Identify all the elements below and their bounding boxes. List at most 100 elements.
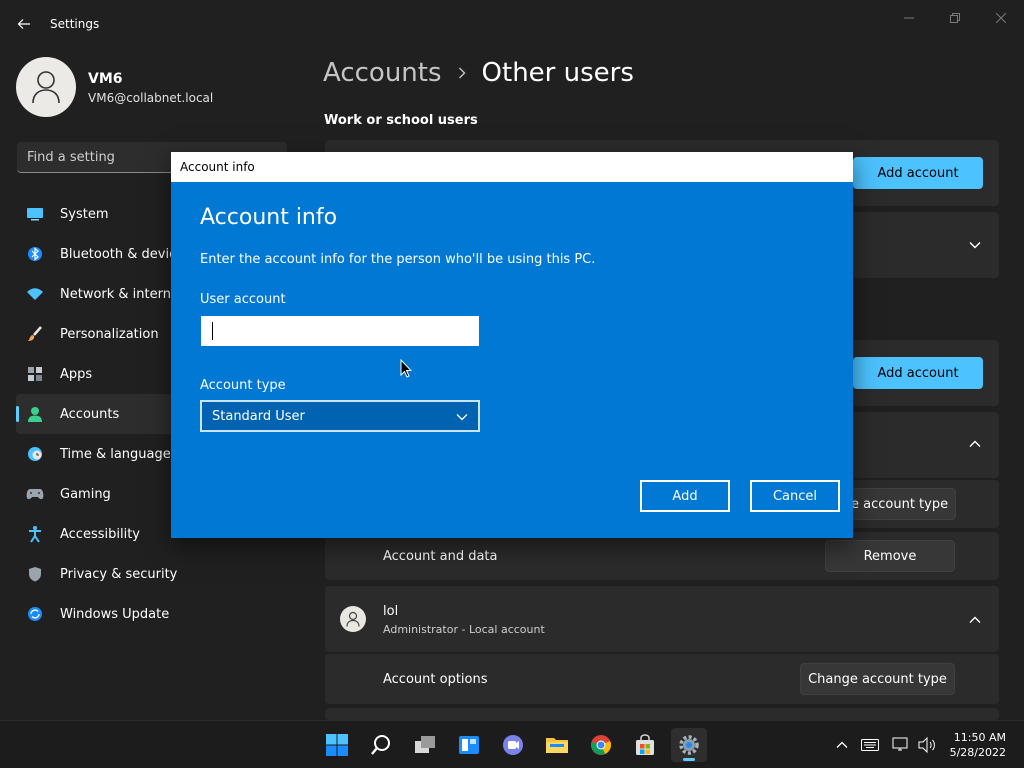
sidebar-item-label: Gaming <box>60 486 111 502</box>
chrome-button[interactable] <box>583 728 619 762</box>
taskbar-clock[interactable]: 11:50 AM 5/28/2022 <box>950 730 1006 760</box>
apps-icon <box>26 365 44 383</box>
sidebar-item-label: Time & language <box>60 446 171 462</box>
dialog-title-bar: Account info <box>171 152 853 182</box>
clock-globe-icon <box>26 445 44 463</box>
task-view-icon <box>415 736 435 753</box>
breadcrumb-parent[interactable]: Accounts <box>323 58 442 88</box>
mouse-cursor-icon <box>400 358 413 382</box>
widgets-icon <box>459 736 479 754</box>
network-icon <box>892 737 908 751</box>
chevron-down-icon[interactable] <box>967 237 983 253</box>
sidebar-item-label: Apps <box>60 366 93 382</box>
widgets-button[interactable] <box>451 728 487 762</box>
dialog-window-title: Account info <box>180 160 255 174</box>
user-account-label: User account <box>200 292 286 307</box>
person-icon <box>346 611 360 627</box>
network-tray-button[interactable] <box>891 735 911 755</box>
remove-button[interactable]: Remove <box>825 540 955 572</box>
section-title: Work or school users <box>324 113 478 128</box>
chevron-up-icon <box>836 741 848 748</box>
account-type-select[interactable]: Standard User <box>200 400 480 432</box>
account-options-label: Account options <box>383 672 488 687</box>
add-button[interactable]: Add <box>640 480 730 512</box>
chrome-icon <box>591 735 611 755</box>
clock-time: 11:50 AM <box>953 731 1006 744</box>
close-icon <box>996 13 1006 23</box>
change-account-type-button[interactable]: Change account type <box>800 663 955 695</box>
teams-chat-button[interactable] <box>495 728 531 762</box>
minimize-button[interactable] <box>886 6 932 30</box>
sidebar-item-windows-update[interactable]: Windows Update <box>16 594 286 634</box>
chevron-down-icon <box>456 410 468 425</box>
breadcrumb: Accounts Other users <box>323 58 634 88</box>
profile-name: VM6 <box>88 71 123 87</box>
sidebar-item-privacy-security[interactable]: Privacy & security <box>16 554 286 594</box>
search-icon <box>371 735 390 755</box>
app-title: Settings <box>50 17 100 31</box>
store-icon <box>636 734 654 755</box>
keyboard-tray-button[interactable] <box>860 735 880 755</box>
minimize-icon <box>904 17 914 19</box>
gear-icon <box>679 735 699 755</box>
speaker-icon <box>918 737 935 753</box>
restore-icon <box>950 13 960 23</box>
user-account-input[interactable] <box>201 316 479 346</box>
sidebar-item-label: Network & interne <box>60 286 179 302</box>
person-icon <box>26 405 44 423</box>
sidebar-item-label: Bluetooth & devic <box>60 246 177 262</box>
account-data-row-lol <box>325 708 999 720</box>
sidebar-item-label: Windows Update <box>60 606 170 622</box>
dialog-description: Enter the account info for the person wh… <box>200 252 596 267</box>
account-type-label: Account type <box>200 378 286 393</box>
update-icon <box>26 605 44 623</box>
add-work-account-button[interactable]: Add account <box>853 157 983 189</box>
maximize-button[interactable] <box>932 6 978 30</box>
user-avatar <box>340 606 366 632</box>
volume-tray-button[interactable] <box>917 735 937 755</box>
store-button[interactable] <box>627 728 663 762</box>
folder-icon <box>546 738 568 753</box>
file-explorer-button[interactable] <box>539 728 575 762</box>
bluetooth-icon <box>26 245 44 263</box>
sidebar-item-label: Accessibility <box>60 526 140 542</box>
account-type-value: Standard User <box>212 408 305 424</box>
shield-icon <box>26 565 44 583</box>
user-subtitle: Administrator - Local account <box>383 623 545 636</box>
settings-taskbar-button[interactable] <box>671 728 707 762</box>
sidebar-item-label: Privacy & security <box>60 566 178 582</box>
text-caret <box>212 322 213 340</box>
windows-logo-icon <box>326 734 348 756</box>
show-hidden-icons-button[interactable] <box>832 735 852 755</box>
user-card-lol[interactable] <box>325 586 999 652</box>
chevron-up-icon[interactable] <box>967 612 983 628</box>
search-button[interactable] <box>363 728 399 762</box>
brush-icon <box>26 325 44 343</box>
gamepad-icon <box>26 485 44 503</box>
dialog-heading: Account info <box>200 205 338 230</box>
user-name: lol <box>383 604 399 619</box>
account-info-dialog: Account info Account info Enter the acco… <box>171 152 853 538</box>
active-indicator <box>683 758 695 761</box>
sidebar-item-label: System <box>60 206 109 222</box>
person-icon <box>32 71 60 104</box>
start-button[interactable] <box>319 728 355 762</box>
account-data-label: Account and data <box>383 549 498 564</box>
task-view-button[interactable] <box>407 728 443 762</box>
clock-date: 5/28/2022 <box>949 746 1006 759</box>
cancel-button[interactable]: Cancel <box>750 480 840 512</box>
accessibility-icon <box>26 525 44 543</box>
back-button[interactable] <box>12 12 36 36</box>
keyboard-icon <box>861 739 879 751</box>
sidebar-item-label: Personalization <box>60 326 159 342</box>
title-bar: Settings <box>0 0 1024 48</box>
profile-avatar[interactable] <box>16 57 76 117</box>
profile-email: VM6@collabnet.local <box>88 91 214 105</box>
sidebar-item-label: Accounts <box>60 406 120 422</box>
add-other-user-button[interactable]: Add account <box>853 357 983 389</box>
arrow-left-icon <box>17 19 30 29</box>
chevron-right-icon <box>458 67 466 79</box>
taskbar: 11:50 AM 5/28/2022 <box>0 720 1024 768</box>
close-button[interactable] <box>978 6 1024 30</box>
chevron-up-icon[interactable] <box>967 436 983 452</box>
